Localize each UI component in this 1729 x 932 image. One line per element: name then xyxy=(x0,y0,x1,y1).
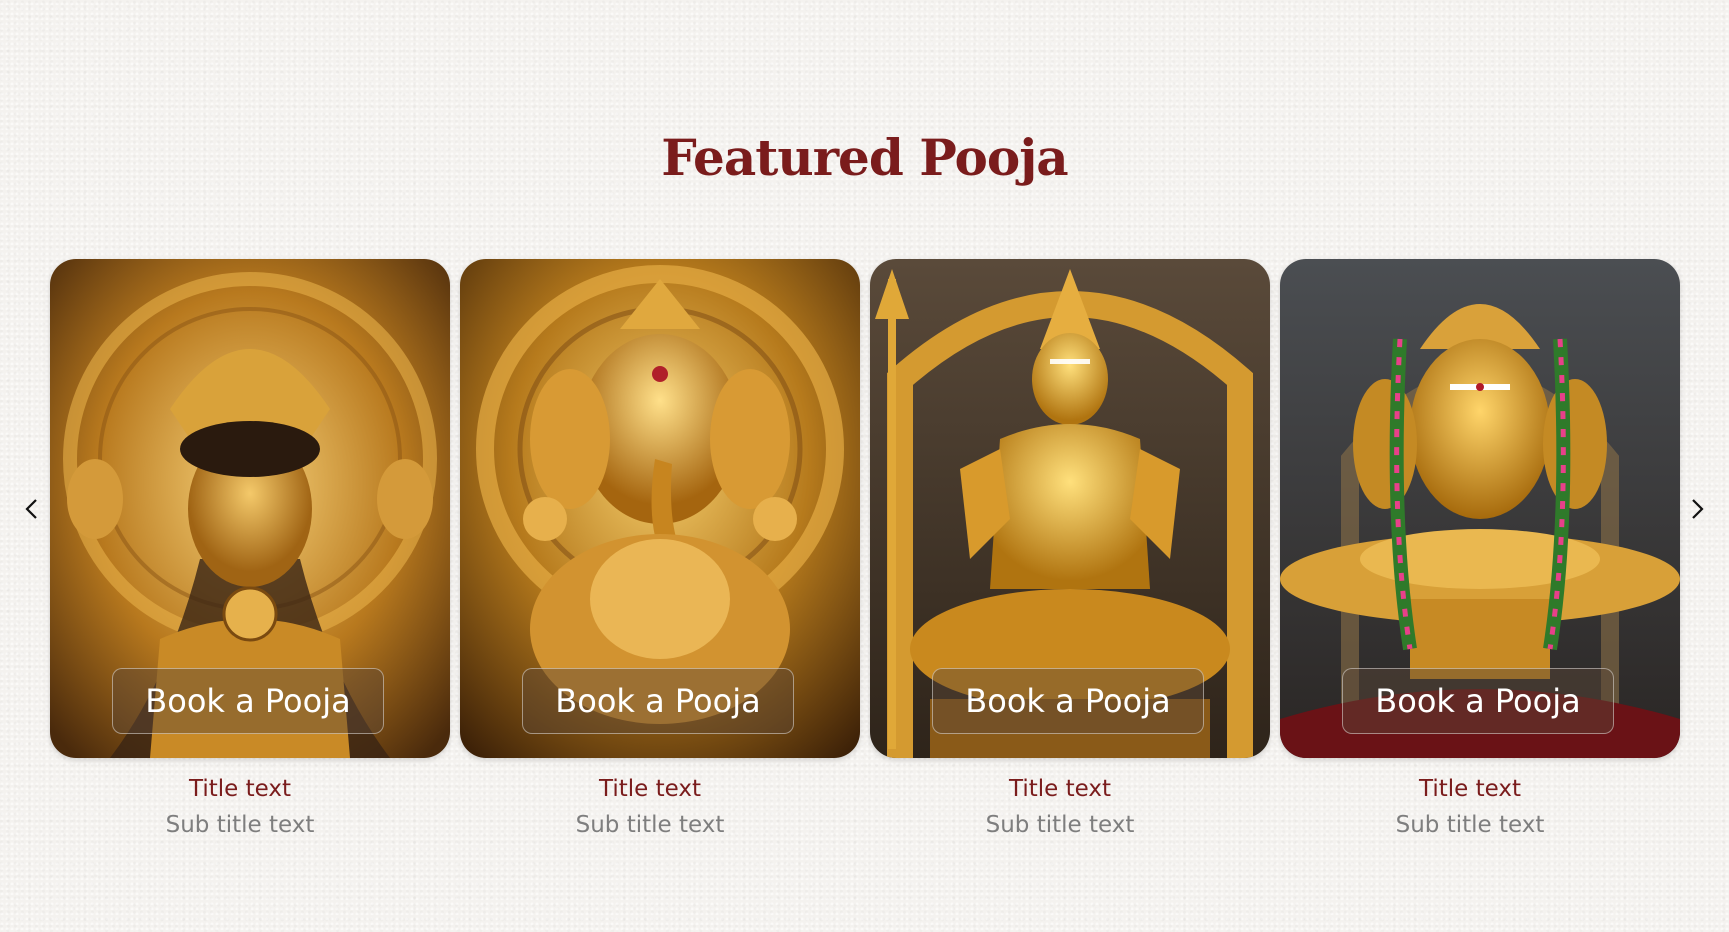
ganesha-idol-image[interactable]: Book a Pooja xyxy=(460,259,860,758)
book-pooja-button[interactable]: Book a Pooja xyxy=(1342,668,1614,734)
book-pooja-button[interactable]: Book a Pooja xyxy=(522,668,794,734)
card-subtitle: Sub title text xyxy=(575,812,725,838)
card-subtitle: Sub title text xyxy=(1395,812,1545,838)
goddess-idol-image[interactable]: Book a Pooja xyxy=(50,259,450,758)
card-subtitle: Sub title text xyxy=(165,812,315,838)
card-title: Title text xyxy=(599,776,701,802)
shiva-idol-image[interactable]: Book a Pooja xyxy=(870,259,1270,758)
carousel-prev-button[interactable] xyxy=(18,495,46,523)
carousel-next-button[interactable] xyxy=(1683,495,1711,523)
pooja-card[interactable]: Book a Pooja Title text Sub title text xyxy=(50,259,450,838)
book-pooja-button[interactable]: Book a Pooja xyxy=(932,668,1204,734)
pooja-card[interactable]: Book a Pooja Title text Sub title text xyxy=(460,259,860,838)
section-title: Featured Pooja xyxy=(661,128,1068,187)
chevron-right-icon xyxy=(1692,499,1704,519)
chevron-left-icon xyxy=(25,499,37,519)
pooja-card[interactable]: Book a Pooja Title text Sub title text xyxy=(870,259,1270,838)
card-subtitle: Sub title text xyxy=(985,812,1135,838)
card-title: Title text xyxy=(1419,776,1521,802)
shiva-lingam-mukha-image[interactable]: Book a Pooja xyxy=(1280,259,1680,758)
pooja-card[interactable]: Book a Pooja Title text Sub title text xyxy=(1280,259,1680,838)
book-pooja-button[interactable]: Book a Pooja xyxy=(112,668,384,734)
card-title: Title text xyxy=(189,776,291,802)
card-title: Title text xyxy=(1009,776,1111,802)
